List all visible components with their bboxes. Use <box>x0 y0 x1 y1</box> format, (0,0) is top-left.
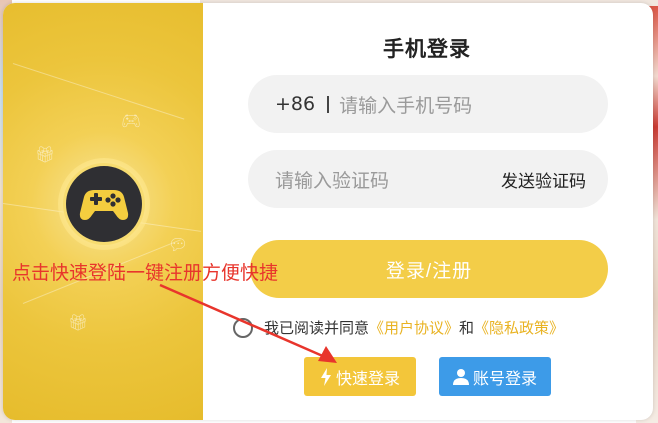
annotation-arrow <box>159 283 337 363</box>
